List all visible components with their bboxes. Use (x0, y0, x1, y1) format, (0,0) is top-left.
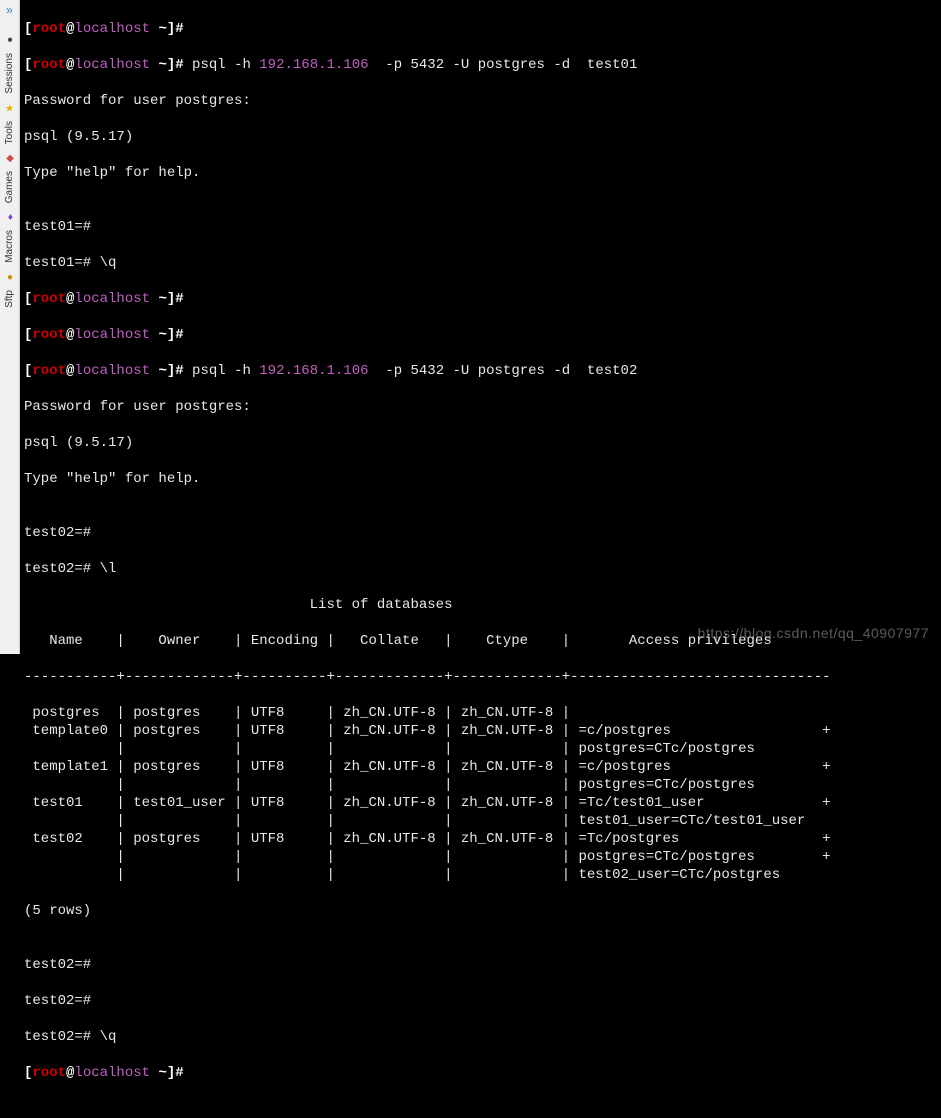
sidebar-tab-games[interactable]: Games◆ (1, 150, 19, 203)
games-icon: ◆ (6, 150, 14, 168)
sidebar-tab-tools[interactable]: Tools★ (1, 100, 19, 144)
output-line: psql (9.5.17) (24, 434, 937, 452)
output-line: Password for user postgres: (24, 398, 937, 416)
table-row: template0 | postgres | UTF8 | zh_CN.UTF-… (24, 722, 937, 740)
prompt-line: [root@localhost ~]# psql -h 192.168.1.10… (24, 362, 937, 380)
prompt-line: [root@localhost ~]# (24, 1064, 937, 1082)
sidebar-tab-macros[interactable]: Macros♦ (1, 209, 19, 263)
table-row: | | | | | test02_user=CTc/postgres (24, 866, 937, 884)
psql-prompt: test02=# (24, 524, 937, 542)
expand-icon[interactable]: » (6, 2, 13, 20)
table-row: test01 | test01_user | UTF8 | zh_CN.UTF-… (24, 794, 937, 812)
prompt-line: [root@localhost ~]# (24, 290, 937, 308)
table-sep: -----------+-------------+----------+---… (24, 668, 937, 686)
tools-icon: ★ (5, 100, 14, 118)
table-footer: (5 rows) (24, 902, 937, 920)
table-row: | | | | | postgres=CTc/postgres (24, 740, 937, 758)
terminal[interactable]: [root@localhost ~]# [root@localhost ~]# … (20, 0, 941, 654)
table-row: | | | | | postgres=CTc/postgres (24, 776, 937, 794)
macros-icon: ♦ (7, 209, 12, 227)
psql-prompt: test01=# (24, 218, 937, 236)
prompt-line: [root@localhost ~]# (24, 20, 937, 38)
watermark: https://blog.csdn.net/qq_40907977 (698, 624, 929, 642)
table-row: | | | | | postgres=CTc/postgres + (24, 848, 937, 866)
psql-prompt: test02=# (24, 956, 937, 974)
output-line: Type "help" for help. (24, 164, 937, 182)
table-row: template1 | postgres | UTF8 | zh_CN.UTF-… (24, 758, 937, 776)
sidebar-tab-sftp[interactable]: Sftp● (1, 269, 19, 308)
prompt-line: [root@localhost ~]# psql -h 192.168.1.10… (24, 56, 937, 74)
prompt-line: [root@localhost ~]# (24, 326, 937, 344)
table-row: | | | | | test01_user=CTc/test01_user (24, 812, 937, 830)
psql-prompt: test01=# \q (24, 254, 937, 272)
psql-prompt: test02=# (24, 992, 937, 1010)
table-title: List of databases (24, 596, 937, 614)
table-row: test02 | postgres | UTF8 | zh_CN.UTF-8 |… (24, 830, 937, 848)
sidebar-tab-sessions[interactable]: Sessions● (1, 32, 19, 94)
sftp-icon: ● (6, 269, 12, 287)
output-line: psql (9.5.17) (24, 128, 937, 146)
sessions-icon: ● (6, 32, 12, 50)
output-line: Password for user postgres: (24, 92, 937, 110)
sidebar: » Sessions● Tools★ Games◆ Macros♦ Sftp● (0, 0, 20, 654)
table-row: postgres | postgres | UTF8 | zh_CN.UTF-8… (24, 704, 937, 722)
psql-prompt: test02=# \q (24, 1028, 937, 1046)
psql-prompt: test02=# \l (24, 560, 937, 578)
output-line: Type "help" for help. (24, 470, 937, 488)
